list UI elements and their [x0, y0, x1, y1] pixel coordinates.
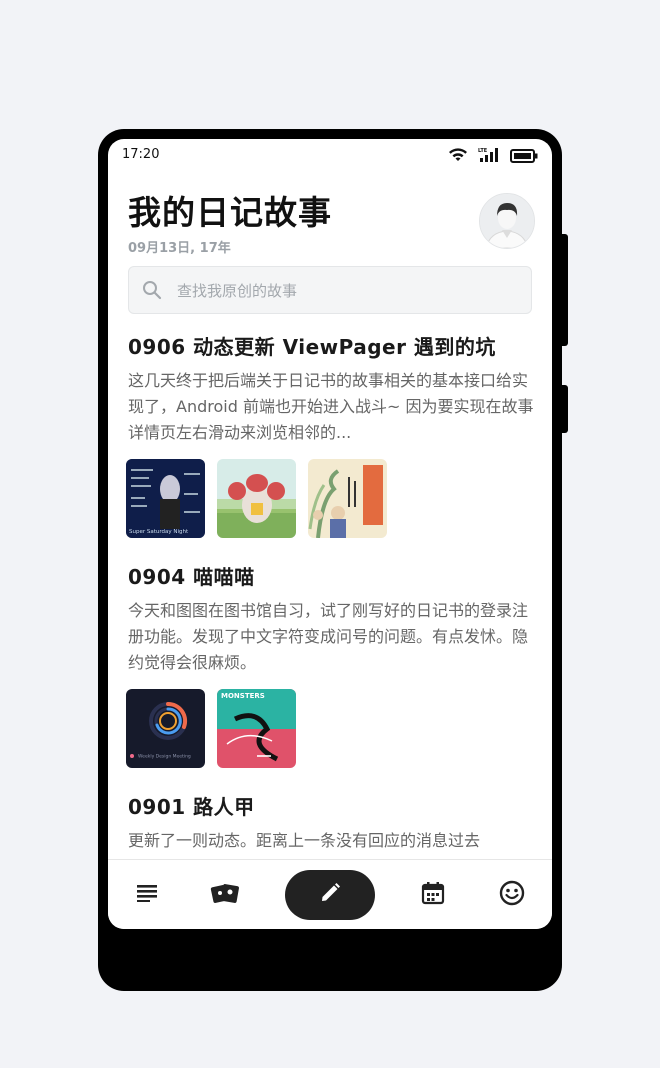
- signal-icon: LTE: [478, 147, 500, 167]
- svg-text:LTE: LTE: [478, 148, 488, 154]
- search-icon: [142, 280, 162, 304]
- search-input[interactable]: [175, 267, 519, 315]
- concert-caption: Super Saturday Night: [129, 529, 189, 535]
- story-item[interactable]: 0906 动态更新 ViewPager 遇到的坑 这几天终于把后端关于日记书的故…: [126, 334, 534, 538]
- page-date: 09月13日, 17年: [128, 241, 231, 256]
- monsters-poster-image[interactable]: MONSTERS: [217, 689, 296, 768]
- smiley-icon[interactable]: [495, 876, 529, 910]
- story-item[interactable]: 0904 喵喵喵 今天和图图在图书馆自习，试了刚写好的日记书的登录注册功能。发现…: [126, 564, 534, 768]
- story-item[interactable]: 0901 路人甲 更新了一则动态。距离上一条没有回应的消息过去: [128, 794, 534, 859]
- battery-icon: [510, 148, 538, 167]
- avatar[interactable]: [479, 193, 535, 249]
- story-excerpt: 更新了一则动态。距离上一条没有回应的消息过去: [128, 831, 481, 850]
- wifi-icon: [448, 147, 468, 167]
- screen: 17:20 LTE 我的日记故事 09月13日, 17年 查找我原创的故事 09…: [108, 139, 552, 929]
- status-time: 17:20: [122, 147, 160, 162]
- dashboard-caption: Weekly Design Meeting: [138, 754, 191, 760]
- volume-button: [562, 234, 568, 346]
- list-icon[interactable]: [130, 876, 164, 910]
- status-bar: 17:20 LTE: [108, 139, 552, 169]
- monsters-caption: MONSTERS: [221, 692, 265, 700]
- story-title[interactable]: 0901 路人甲: [128, 794, 534, 820]
- story-excerpt: 这几天终于把后端关于日记书的故事相关的基本接口给实现了，Android 前端也开…: [128, 371, 534, 442]
- photos-icon[interactable]: [208, 876, 242, 910]
- power-button: [562, 385, 568, 433]
- japanese-illustration-image[interactable]: [308, 459, 387, 538]
- pencil-icon: [319, 882, 341, 908]
- monster-character-image[interactable]: [217, 459, 296, 538]
- story-title[interactable]: 0904 喵喵喵: [128, 564, 534, 590]
- phone-frame: 17:20 LTE 我的日记故事 09月13日, 17年 查找我原创的故事 09…: [98, 129, 562, 991]
- calendar-icon[interactable]: [416, 876, 450, 910]
- user-avatar-icon: [480, 194, 534, 248]
- search-bar[interactable]: [128, 266, 532, 315]
- dashboard-design-image[interactable]: Weekly Design Meeting: [126, 689, 205, 768]
- story-feed[interactable]: 0906 动态更新 ViewPager 遇到的坑 这几天终于把后端关于日记书的故…: [108, 334, 552, 859]
- story-title[interactable]: 0906 动态更新 ViewPager 遇到的坑: [128, 334, 534, 360]
- compose-button[interactable]: [285, 870, 375, 920]
- concert-poster-image[interactable]: Super Saturday Night: [126, 459, 205, 538]
- story-excerpt: 今天和图图在图书馆自习，试了刚写好的日记书的登录注册功能。发现了中文字符变成问号…: [128, 601, 529, 672]
- bottom-tab-bar: [108, 860, 552, 929]
- page-title: 我的日记故事: [128, 193, 332, 232]
